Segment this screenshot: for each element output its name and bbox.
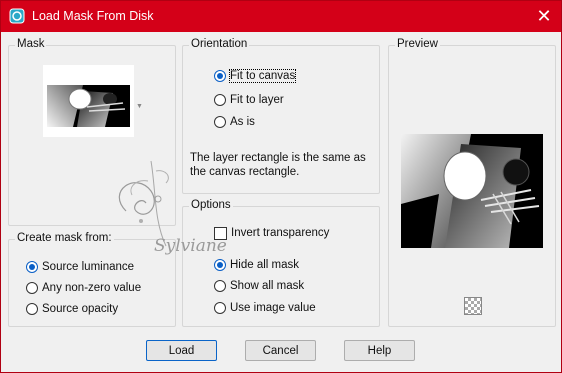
create-mask-group-label: Create mask from: [15, 232, 114, 244]
radio-indicator [214, 259, 226, 271]
radio-label: Source opacity [42, 303, 119, 315]
radio-label: Hide all mask [230, 259, 300, 271]
radio-label: Fit to layer [230, 94, 284, 106]
radio-indicator [214, 280, 226, 292]
app-icon [9, 8, 25, 24]
radio-label: Use image value [230, 302, 316, 314]
help-button[interactable]: Help [344, 340, 415, 361]
load-button[interactable]: Load [146, 340, 217, 361]
radio-fit-to-layer[interactable]: Fit to layer [214, 91, 284, 109]
help-button-label: Help [367, 344, 392, 357]
radio-indicator [26, 282, 38, 294]
mask-group-label: Mask [15, 38, 47, 50]
cancel-button[interactable]: Cancel [245, 340, 316, 361]
radio-label: Source luminance [42, 261, 135, 273]
radio-label: Any non-zero value [42, 282, 142, 294]
radio-indicator [26, 261, 38, 273]
radio-as-is[interactable]: As is [214, 113, 255, 131]
transparency-toggle-icon[interactable] [464, 297, 482, 315]
radio-label: Show all mask [230, 280, 305, 292]
radio-indicator [26, 303, 38, 315]
orientation-group-label: Orientation [189, 38, 250, 50]
checkbox-indicator [214, 226, 227, 240]
dialog-window: Load Mask From Disk ✕ Mask ▼ Create mask… [0, 0, 562, 373]
preview-group: Preview [388, 38, 556, 327]
radio-use-image-value[interactable]: Use image value [214, 299, 316, 317]
options-group-label: Options [189, 199, 233, 211]
cancel-button-label: Cancel [262, 344, 299, 357]
radio-indicator [214, 70, 226, 82]
mask-group: Mask ▼ [8, 38, 176, 226]
radio-source-opacity[interactable]: Source opacity [26, 300, 118, 318]
radio-show-all-mask[interactable]: Show all mask [214, 277, 304, 295]
radio-source-luminance[interactable]: Source luminance [26, 258, 134, 276]
radio-label: As is [230, 116, 255, 128]
radio-fit-to-canvas[interactable]: Fit to canvas [214, 67, 297, 85]
close-icon: ✕ [536, 6, 552, 26]
create-mask-group: Create mask from: Source luminance Any n… [8, 232, 176, 327]
close-button[interactable]: ✕ [527, 1, 561, 32]
radio-indicator [214, 302, 226, 314]
load-button-label: Load [168, 344, 195, 357]
radio-hide-all-mask[interactable]: Hide all mask [214, 256, 299, 274]
mask-thumbnail[interactable] [43, 65, 134, 137]
radio-label: Fit to canvas [228, 69, 297, 83]
mask-thumbnail-image [47, 85, 130, 127]
checkbox-label: Invert transparency [231, 227, 330, 239]
radio-any-non-zero[interactable]: Any non-zero value [26, 279, 141, 297]
window-title: Load Mask From Disk [32, 9, 154, 23]
radio-indicator [214, 116, 226, 128]
thumbnail-dropdown-icon[interactable]: ▼ [136, 103, 143, 110]
options-group: Options Invert transparency Hide all mas… [182, 199, 380, 327]
orientation-description: The layer rectangle is the same as the c… [190, 152, 366, 178]
title-bar[interactable]: Load Mask From Disk ✕ [1, 1, 561, 32]
preview-group-label: Preview [395, 38, 440, 50]
preview-image [401, 134, 543, 248]
radio-indicator [214, 94, 226, 106]
checkbox-invert-transparency[interactable]: Invert transparency [214, 224, 329, 242]
